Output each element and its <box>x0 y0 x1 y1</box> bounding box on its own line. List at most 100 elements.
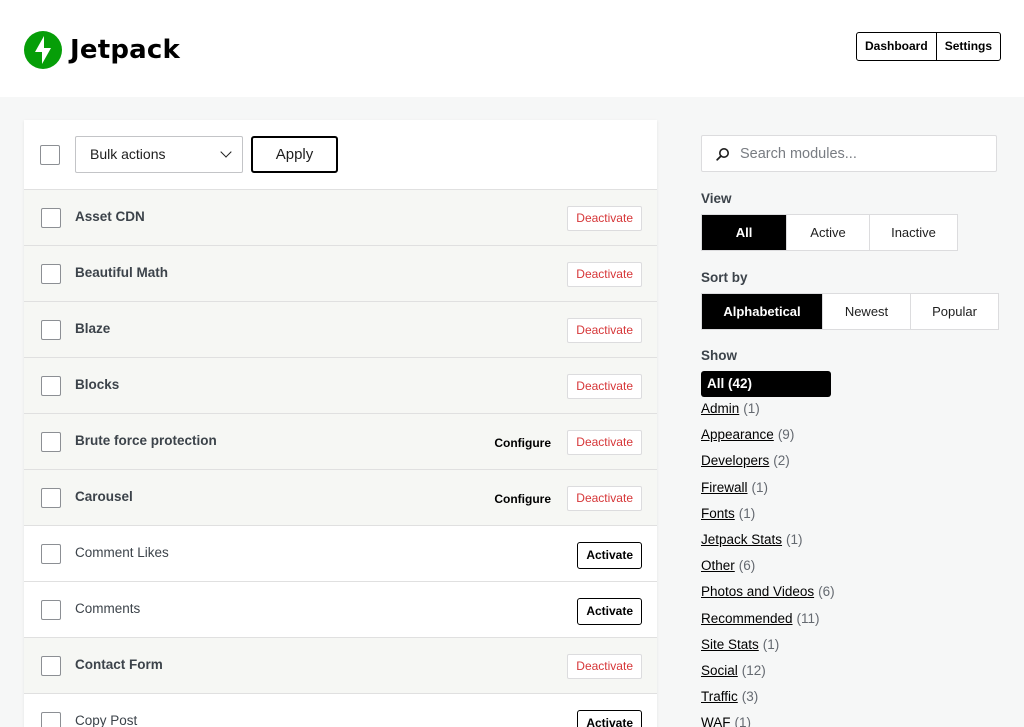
show-label: Show <box>701 348 737 363</box>
module-checkbox[interactable] <box>41 544 61 564</box>
module-row: Comments Activate <box>24 582 657 638</box>
module-row: Comment Likes Activate <box>24 526 657 582</box>
sort-alphabetical-button[interactable]: Alphabetical <box>702 294 822 329</box>
category-count: (1) <box>738 505 756 521</box>
deactivate-button[interactable]: Deactivate <box>567 206 642 231</box>
category-filter-item: Other (6) <box>701 558 755 573</box>
category-filter-item: Developers (2) <box>701 453 790 468</box>
sort-filter: Alphabetical Newest Popular <box>701 293 999 330</box>
category-filter-link[interactable]: Jetpack Stats <box>701 532 782 547</box>
module-name[interactable]: Copy Post <box>75 713 137 727</box>
bulk-actions-select[interactable]: Bulk actions <box>75 136 243 173</box>
category-count: (2) <box>773 453 790 469</box>
view-label: View <box>701 191 732 206</box>
deactivate-button[interactable]: Deactivate <box>567 374 642 399</box>
search-input[interactable] <box>740 136 990 171</box>
sort-popular-button[interactable]: Popular <box>910 294 998 329</box>
module-name[interactable]: Comments <box>75 601 140 616</box>
module-name[interactable]: Contact Form <box>75 657 163 672</box>
module-list-panel: Bulk actions Apply Asset CDN Deactivate Be… <box>24 120 657 727</box>
module-checkbox[interactable] <box>41 208 61 228</box>
module-row: Brute force protection Configure Deactivat… <box>24 414 657 470</box>
activate-button[interactable]: Activate <box>577 542 642 569</box>
view-filter: All Active Inactive <box>701 214 958 251</box>
select-all-checkbox[interactable] <box>40 145 60 165</box>
category-count: (1) <box>734 715 752 727</box>
module-checkbox[interactable] <box>41 488 61 508</box>
module-checkbox[interactable] <box>41 320 61 340</box>
category-count: (3) <box>741 689 759 705</box>
category-filter-item: Photos and Videos (6) <box>701 584 835 599</box>
sort-newest-button[interactable]: Newest <box>822 294 910 329</box>
view-active-button[interactable]: Active <box>786 215 869 250</box>
deactivate-button[interactable]: Deactivate <box>567 262 642 287</box>
module-name[interactable]: Brute force protection <box>75 433 217 448</box>
category-filter-link[interactable]: Photos and Videos <box>701 584 814 599</box>
module-name[interactable]: Beautiful Math <box>75 265 168 280</box>
bulk-actions-value: Bulk actions <box>90 146 166 162</box>
category-filter-link[interactable]: Site Stats <box>701 637 759 652</box>
brand-name: Jetpack <box>70 35 180 65</box>
deactivate-button[interactable]: Deactivate <box>567 430 642 455</box>
category-count: (12) <box>741 663 766 678</box>
module-checkbox[interactable] <box>41 656 61 676</box>
category-filter-item: WAF (1) <box>701 715 751 727</box>
category-filter-link[interactable]: Firewall <box>701 480 748 495</box>
deactivate-button[interactable]: Deactivate <box>567 486 642 511</box>
configure-link[interactable]: Configure <box>494 492 551 506</box>
category-count: (9) <box>777 427 795 443</box>
category-filter-item: Recommended (11) <box>701 611 820 626</box>
view-all-button[interactable]: All <box>702 215 786 250</box>
category-filter-link[interactable]: Other <box>701 558 735 573</box>
category-filter-item: Firewall (1) <box>701 480 768 495</box>
category-filter-link[interactable]: Appearance <box>701 427 774 442</box>
category-count: (6) <box>818 584 835 600</box>
apply-button[interactable]: Apply <box>251 136 338 173</box>
module-row: Carousel Configure Deactivate <box>24 470 657 526</box>
settings-button[interactable]: Settings <box>935 33 1000 60</box>
jetpack-logo[interactable]: Jetpack <box>24 31 180 69</box>
module-name[interactable]: Comment Likes <box>75 545 169 560</box>
module-name[interactable]: Carousel <box>75 489 133 504</box>
category-count: (1) <box>786 532 803 547</box>
module-name[interactable]: Blocks <box>75 377 119 392</box>
category-filter-item: Traffic (3) <box>701 689 758 704</box>
category-count: (1) <box>743 401 760 416</box>
top-header: Jetpack Dashboard Settings <box>0 0 1024 97</box>
category-filter-item: Appearance (9) <box>701 427 794 442</box>
module-checkbox[interactable] <box>41 376 61 396</box>
module-row: Blocks Deactivate <box>24 358 657 414</box>
activate-button[interactable]: Activate <box>577 598 642 625</box>
category-count: (1) <box>751 479 769 495</box>
deactivate-button[interactable]: Deactivate <box>567 654 642 679</box>
category-filter-link[interactable]: Traffic <box>701 689 738 704</box>
category-filter-link[interactable]: Social <box>701 663 738 678</box>
category-filter-link[interactable]: WAF <box>701 715 731 727</box>
view-inactive-button[interactable]: Inactive <box>869 215 957 250</box>
module-checkbox[interactable] <box>41 712 61 727</box>
category-filter-link[interactable]: Developers <box>701 453 769 468</box>
category-filter-link[interactable]: Fonts <box>701 506 735 521</box>
category-count: (11) <box>796 610 820 626</box>
sort-label: Sort by <box>701 270 748 285</box>
module-row: Contact Form Deactivate <box>24 638 657 694</box>
category-filter-item: Jetpack Stats (1) <box>701 532 803 547</box>
search-icon <box>716 148 729 161</box>
module-checkbox[interactable] <box>41 264 61 284</box>
category-filter-link[interactable]: Admin <box>701 401 739 416</box>
configure-link[interactable]: Configure <box>494 436 551 450</box>
activate-button[interactable]: Activate <box>577 710 642 727</box>
deactivate-button[interactable]: Deactivate <box>567 318 642 343</box>
module-row: Blaze Deactivate <box>24 302 657 358</box>
search-box[interactable] <box>701 135 997 172</box>
category-filter-link[interactable]: Recommended <box>701 611 793 626</box>
category-filter-item: Fonts (1) <box>701 506 755 521</box>
module-row: Beautiful Math Deactivate <box>24 246 657 302</box>
show-all-filter[interactable]: All (42) <box>701 371 831 397</box>
jetpack-logo-icon <box>24 31 62 69</box>
module-name[interactable]: Blaze <box>75 321 110 336</box>
dashboard-button[interactable]: Dashboard <box>857 33 936 60</box>
module-checkbox[interactable] <box>41 600 61 620</box>
module-checkbox[interactable] <box>41 432 61 452</box>
module-name[interactable]: Asset CDN <box>75 209 145 224</box>
